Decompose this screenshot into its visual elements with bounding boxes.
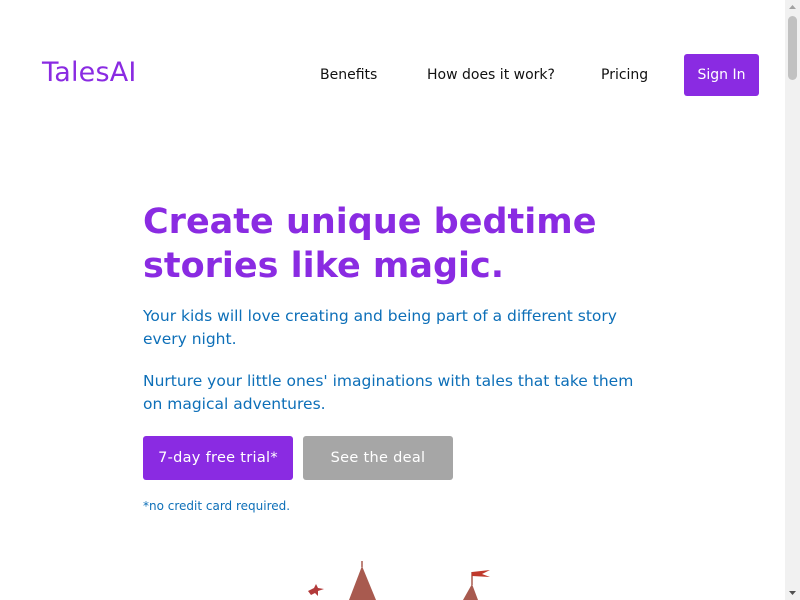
nav-how-it-works[interactable]: How does it work?: [427, 54, 555, 96]
arrow-down-icon[interactable]: [785, 585, 800, 600]
vertical-scrollbar[interactable]: [785, 0, 800, 600]
right-spire: [463, 584, 478, 600]
left-spire: [349, 566, 376, 600]
scrollbar-thumb[interactable]: [788, 16, 797, 80]
castle-illustration: [308, 561, 490, 600]
sign-in-button[interactable]: Sign In: [684, 54, 759, 96]
hero-paragraph-1: Your kids will love creating and being p…: [143, 307, 617, 348]
arrow-up-icon[interactable]: [785, 0, 800, 15]
main-nav: Benefits How does it work? Pricing: [0, 54, 785, 96]
nav-pricing[interactable]: Pricing: [601, 54, 648, 96]
right-flag: [472, 570, 490, 577]
hero-title: Create unique bedtime stories like magic…: [143, 202, 597, 286]
hero-paragraph-2: Nurture your little ones' imaginations w…: [143, 372, 634, 413]
bird-shape: [308, 584, 324, 596]
see-deal-button[interactable]: See the deal: [303, 436, 453, 480]
page-viewport: TalesAI Benefits How does it work? Prici…: [0, 0, 785, 600]
nav-benefits[interactable]: Benefits: [320, 54, 377, 96]
no-credit-card-note: *no credit card required.: [143, 499, 291, 513]
free-trial-button[interactable]: 7-day free trial*: [143, 436, 293, 480]
